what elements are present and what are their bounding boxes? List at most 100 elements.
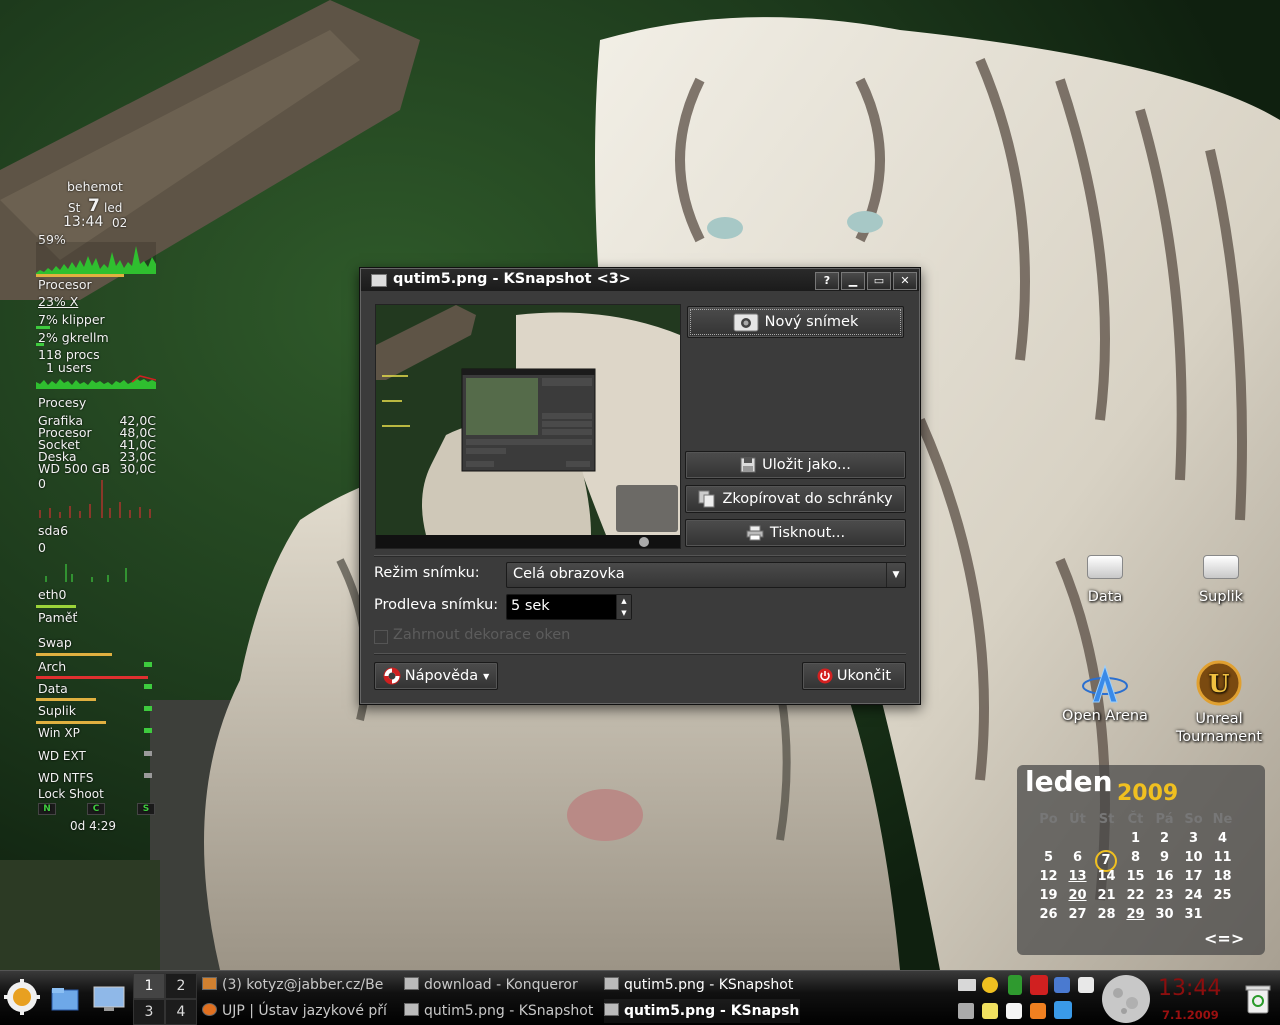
snapshot-delay-spinbox[interactable]: 5 sek ▲ ▼ <box>506 594 632 620</box>
help-button[interactable]: Nápověda ▼ <box>374 662 498 690</box>
calendar-day[interactable]: 21 <box>1092 888 1121 903</box>
weekday-header: So <box>1184 812 1203 827</box>
calendar-day[interactable]: 18 <box>1208 869 1237 884</box>
calendar-day[interactable]: 23 <box>1150 888 1179 903</box>
copy-to-clipboard-button[interactable]: Zkopírovat do schránky <box>685 485 906 513</box>
calendar-day[interactable]: 5 <box>1034 850 1063 865</box>
task-jabber[interactable]: (3) kotyz@jabber.cz/Be <box>202 973 394 997</box>
procesor-label: Procesor <box>38 277 92 292</box>
pager-desktop-1[interactable]: 1 <box>133 973 165 999</box>
quit-label: Ukončit <box>836 668 892 684</box>
calendar-day[interactable]: 12 <box>1034 869 1063 884</box>
task-label: download - Konqueror <box>424 977 578 993</box>
ksnapshot-icon <box>604 1003 619 1016</box>
maximize-button[interactable]: ▭ <box>867 272 891 290</box>
cpu-graph <box>36 242 156 274</box>
tray-network-icon[interactable] <box>1054 977 1070 993</box>
spin-up-icon[interactable]: ▲ <box>616 595 631 607</box>
task-ksnapshot-1[interactable]: qutim5.png - KSnapshot <box>604 973 800 997</box>
quit-button[interactable]: Ukončit <box>802 662 906 690</box>
calendar-day[interactable]: 11 <box>1208 850 1237 865</box>
calendar-day[interactable]: 27 <box>1063 907 1092 922</box>
pager-desktop-3[interactable]: 3 <box>133 999 165 1025</box>
calendar-day[interactable]: 29 <box>1121 907 1150 922</box>
tray-k-icon[interactable] <box>1054 1001 1072 1019</box>
calendar-day[interactable]: 14 <box>1092 869 1121 884</box>
close-button[interactable]: ✕ <box>893 272 917 290</box>
calendar-day[interactable]: 16 <box>1150 869 1179 884</box>
kde-menu-icon[interactable] <box>4 979 40 1015</box>
task-ujp-browser[interactable]: UJP | Ústav jazykové pří <box>202 999 394 1023</box>
snapshot-delay-value: 5 sek <box>511 598 550 614</box>
calendar-day[interactable]: 19 <box>1034 888 1063 903</box>
chat-icon <box>202 977 217 990</box>
pager-desktop-4[interactable]: 4 <box>165 999 197 1025</box>
calendar-day[interactable]: 22 <box>1121 888 1150 903</box>
trash-icon[interactable] <box>1244 983 1272 1015</box>
printer-icon <box>746 525 764 541</box>
numlock-indicator: N <box>38 803 56 815</box>
desktop-icon-open-arena[interactable]: Open Arena <box>1050 664 1160 724</box>
window-titlebar[interactable]: qutim5.png - KSnapshot <3> ? ▁ ▭ ✕ <box>361 269 919 291</box>
task-ksnapshot-2[interactable]: qutim5.png - KSnapshot <box>404 999 596 1023</box>
tray-notes-icon[interactable] <box>982 1003 998 1019</box>
tray-status-icon[interactable] <box>982 977 998 993</box>
calendar-day[interactable]: 20 <box>1063 888 1092 903</box>
calendar-day[interactable]: 2 <box>1150 831 1179 846</box>
calendar-day[interactable]: 4 <box>1208 831 1237 846</box>
memory-label: Paměť <box>38 610 78 625</box>
task-ksnapshot-3-active[interactable]: qutim5.png - KSnapshot <box>604 999 800 1023</box>
clipboard-icon[interactable] <box>1006 1003 1022 1019</box>
calendar-day[interactable]: 30 <box>1150 907 1179 922</box>
calendar-day[interactable]: 3 <box>1179 831 1208 846</box>
calendar-day[interactable]: 25 <box>1208 888 1237 903</box>
tray-wifi-icon[interactable] <box>1030 1003 1046 1019</box>
volume-icon[interactable] <box>958 1003 974 1019</box>
close-icon: ✕ <box>900 274 910 287</box>
keyboard-layout-icon[interactable] <box>958 979 976 991</box>
ksnapshot-app-icon[interactable] <box>371 274 387 287</box>
panel-clock-time[interactable]: 13:44 <box>1158 976 1221 1001</box>
mount-suplik-led <box>144 706 152 711</box>
clock-seconds: 02 <box>112 216 128 230</box>
snapshot-preview[interactable] <box>375 304 681 549</box>
desktop-icon-suplik[interactable]: Suplik <box>1166 555 1276 605</box>
unreal-tournament-icon: U <box>1196 660 1242 706</box>
calendar-day[interactable]: 1 <box>1121 831 1150 846</box>
calendar-day[interactable]: 15 <box>1121 869 1150 884</box>
new-snapshot-button[interactable]: Nový snímek <box>687 306 904 338</box>
suplik-bar <box>36 721 106 724</box>
spin-down-icon[interactable]: ▼ <box>616 607 631 619</box>
desktop-icon-unreal-tournament[interactable]: U Unreal Tournament <box>1164 660 1274 746</box>
show-desktop-icon[interactable] <box>92 984 126 1012</box>
calendar-day[interactable]: 26 <box>1034 907 1063 922</box>
ksnapshot-icon <box>404 1003 419 1016</box>
task-label: qutim5.png - KSnapshot <box>624 1003 800 1019</box>
weekday-header: St <box>1098 812 1115 827</box>
print-button[interactable]: Tisknout... <box>685 519 906 547</box>
snapshot-mode-select[interactable]: Celá obrazovka ▼ <box>506 562 906 588</box>
calendar-day[interactable]: 6 <box>1063 850 1092 865</box>
task-konqueror-download[interactable]: download - Konqueror <box>404 973 596 997</box>
help-title-button[interactable]: ? <box>815 272 839 290</box>
calendar-nav-button[interactable]: <=> <box>1204 929 1244 948</box>
calendar-day[interactable]: 10 <box>1179 850 1208 865</box>
include-decorations-checkbox[interactable] <box>374 630 388 644</box>
calendar-day[interactable]: 9 <box>1150 850 1179 865</box>
minimize-button[interactable]: ▁ <box>841 272 865 290</box>
tray-mail-icon[interactable] <box>1030 975 1048 995</box>
home-folder-icon[interactable] <box>50 984 80 1012</box>
sda6-graph <box>45 564 127 582</box>
save-as-button[interactable]: Uložit jako... <box>685 451 906 479</box>
calendar-day[interactable]: 8 <box>1121 850 1150 865</box>
calendar-day[interactable]: 24 <box>1179 888 1208 903</box>
desktop-icon-data[interactable]: Data <box>1050 555 1160 605</box>
calendar-day[interactable]: 17 <box>1179 869 1208 884</box>
snapshot-mode-value: Celá obrazovka <box>513 566 625 582</box>
calendar-day[interactable]: 13 <box>1063 869 1092 884</box>
calendar-day[interactable]: 28 <box>1092 907 1121 922</box>
pager-desktop-2[interactable]: 2 <box>165 973 197 999</box>
tray-message-icon[interactable] <box>1078 977 1094 993</box>
calendar-day[interactable]: 31 <box>1179 907 1208 922</box>
tray-d-icon[interactable] <box>1008 975 1022 995</box>
